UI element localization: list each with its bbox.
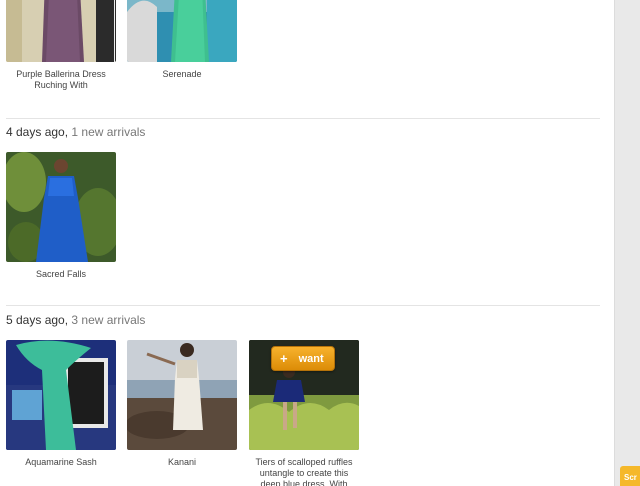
product-image-sacred-falls[interactable] [6,152,116,262]
section-heading: 5 days ago, 3 new arrivals [6,313,146,327]
product-image-purple-ballerina[interactable] [6,0,116,62]
section-count: 1 new arrivals [71,125,146,139]
product-image-aquamarine-sash[interactable] [6,340,116,450]
product-caption: Purple Ballerina Dress Ruching With [16,69,106,90]
section-divider [6,118,600,119]
page-scrollbar[interactable] [614,0,640,486]
want-button[interactable]: + want [271,346,335,371]
product-image-serenade[interactable] [127,0,237,62]
product-card[interactable]: + want Tiers of scalloped ruffles untang… [249,340,359,486]
section-age: 5 days ago [6,313,65,327]
product-image-kanani[interactable] [127,340,237,450]
product-card[interactable]: Aquamarine Sash [6,340,116,468]
product-caption: Kanani [167,457,197,467]
product-card[interactable]: Purple Ballerina Dress Ruching With [6,0,116,91]
section-age: 4 days ago [6,125,65,139]
product-caption: Tiers of scalloped ruffles untangle to c… [255,457,353,486]
product-card[interactable]: Serenade [127,0,237,80]
product-caption: Sacred Falls [35,269,87,279]
column-divider [114,0,115,62]
want-button-label: want [298,352,324,365]
product-card[interactable]: Sacred Falls [6,152,116,280]
section-count: 3 new arrivals [71,313,146,327]
product-card[interactable]: Kanani [127,340,237,468]
product-image-scalloped-ruffles[interactable]: + want [249,340,359,450]
product-caption: Aquamarine Sash [25,457,97,467]
product-caption: Serenade [162,69,202,79]
new-arrivals-feed: Purple Ballerina Dress Ruching With Sere… [0,0,612,486]
section-divider [6,305,600,306]
section-heading: 4 days ago, 1 new arrivals [6,125,146,139]
plus-icon: + [280,351,288,366]
scroll-to-top-tab[interactable]: Scr [620,466,640,486]
